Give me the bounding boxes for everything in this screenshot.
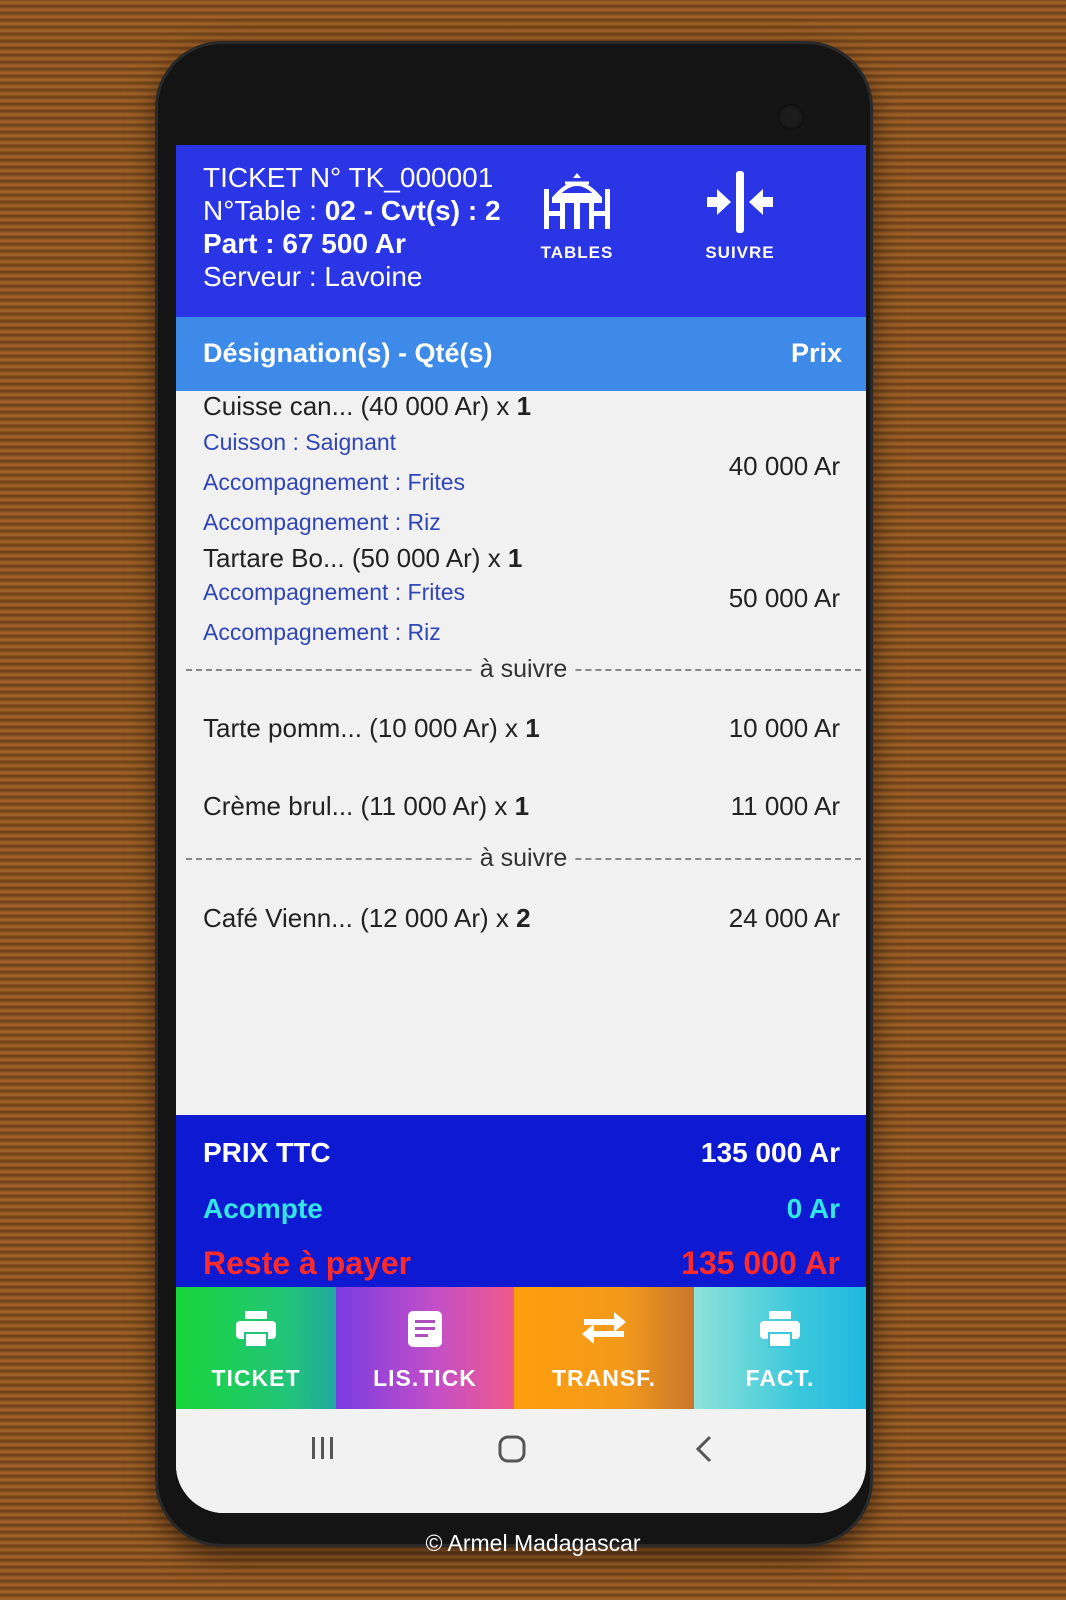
item-option: Cuisson : Saignant	[203, 429, 397, 455]
item-name: Tarte pomm... (10 000 Ar) x 1	[203, 713, 540, 743]
column-header: Désignation(s) - Qté(s) Prix	[176, 317, 866, 391]
transfer-label: TRANSF.	[551, 1365, 657, 1391]
table-info: N°Table : 02 - Cvt(s) : 2	[203, 194, 501, 227]
tables-label: TABLES	[540, 243, 614, 262]
order-item[interactable]: Café Vienn... (12 000 Ar) x 2 24 000 Ar	[176, 903, 866, 953]
prix-ttc-value: 135 000 Ar	[700, 1137, 840, 1168]
item-price: 40 000 Ar	[728, 451, 840, 481]
transfer-button[interactable]: TRANSF.	[514, 1287, 694, 1409]
table-prefix: N°Table :	[203, 195, 325, 226]
fact-label: FACT.	[745, 1365, 815, 1391]
suivre-label: SUIVRE	[705, 243, 775, 262]
separator-label: à suivre	[471, 844, 576, 873]
reste-value: 135 000 Ar	[681, 1245, 840, 1281]
price-column: Prix	[790, 338, 842, 368]
tables-button[interactable]: TABLES	[522, 169, 632, 263]
suivre-separator: à suivre	[186, 844, 861, 873]
order-item[interactable]: Cuisse can... (40 000 Ar) x 1 Cuisson : …	[176, 391, 866, 543]
server-name: Serveur : Lavoine	[203, 261, 423, 292]
front-camera	[778, 104, 804, 130]
item-price: 11 000 Ar	[730, 791, 840, 821]
recent-apps-icon[interactable]	[310, 1435, 336, 1461]
suivre-separator: à suivre	[186, 655, 861, 684]
item-name: Café Vienn... (12 000 Ar) x 2	[203, 903, 531, 933]
item-price: 24 000 Ar	[728, 903, 840, 933]
list-ticket-button[interactable]: LIS.TICK	[336, 1287, 514, 1409]
ticket-number: TICKET N° TK_000001	[203, 162, 494, 193]
item-option: Accompagnement : Frites	[203, 579, 466, 605]
printer-icon	[760, 1311, 800, 1348]
fact-button[interactable]: FACT.	[694, 1287, 866, 1409]
item-price: 50 000 Ar	[728, 583, 840, 613]
ticket-button[interactable]: TICKET	[176, 1287, 336, 1409]
watermark: © Armel Madagascar	[425, 1530, 641, 1556]
suivre-button[interactable]: SUIVRE	[685, 169, 795, 263]
printer-icon	[236, 1311, 276, 1348]
prix-ttc-row: PRIX TTC 135 000 Ar	[203, 1137, 840, 1177]
totals-panel: PRIX TTC 135 000 Ar Acompte 0 Ar Reste à…	[176, 1115, 866, 1287]
item-name: Cuisse can... (40 000 Ar) x 1	[203, 391, 532, 421]
part-amount: Part : 67 500 Ar	[203, 228, 406, 259]
swap-arrows-icon	[582, 1312, 626, 1344]
item-option: Accompagnement : Riz	[203, 509, 441, 535]
list-ticket-label: LIS.TICK	[373, 1365, 477, 1391]
designation-column: Désignation(s) - Qté(s)	[203, 338, 493, 368]
back-icon[interactable]	[694, 1435, 714, 1463]
order-item[interactable]: Tartare Bo... (50 000 Ar) x 1 Accompagne…	[176, 543, 866, 659]
item-price: 10 000 Ar	[728, 713, 840, 743]
ticket-button-label: TICKET	[211, 1365, 301, 1391]
document-icon	[408, 1311, 442, 1347]
order-item[interactable]: Tarte pomm... (10 000 Ar) x 1 10 000 Ar	[176, 713, 866, 763]
action-buttons: TICKET LIS.TICK TRANSF. FACT.	[176, 1287, 866, 1409]
item-option: Accompagnement : Riz	[203, 619, 441, 645]
system-nav-bar	[176, 1409, 866, 1513]
acompte-value: 0 Ar	[786, 1193, 840, 1224]
order-list[interactable]: Cuisse can... (40 000 Ar) x 1 Cuisson : …	[176, 391, 866, 1115]
item-name: Crème brul... (11 000 Ar) x 1	[203, 791, 530, 821]
separator-label: à suivre	[471, 655, 576, 684]
prix-ttc-label: PRIX TTC	[203, 1137, 331, 1168]
ticket-info: TICKET N° TK_000001 N°Table : 02 - Cvt(s…	[203, 161, 501, 293]
acompte-row: Acompte 0 Ar	[203, 1193, 840, 1233]
ticket-header: TICKET N° TK_000001 N°Table : 02 - Cvt(s…	[176, 145, 866, 317]
acompte-label: Acompte	[203, 1193, 323, 1224]
app-screen: TICKET N° TK_000001 N°Table : 02 - Cvt(s…	[176, 145, 866, 1513]
table-value: 02 - Cvt(s) : 2	[324, 195, 501, 226]
item-option: Accompagnement : Frites	[203, 469, 466, 495]
split-arrows-icon	[707, 171, 773, 233]
reste-label: Reste à payer	[203, 1245, 412, 1281]
reste-row: Reste à payer 135 000 Ar	[203, 1245, 840, 1285]
item-name: Tartare Bo... (50 000 Ar) x 1	[203, 543, 523, 573]
home-icon[interactable]	[498, 1435, 526, 1463]
tables-icon	[544, 173, 610, 229]
order-item[interactable]: Crème brul... (11 000 Ar) x 1 11 000 Ar	[176, 791, 866, 841]
